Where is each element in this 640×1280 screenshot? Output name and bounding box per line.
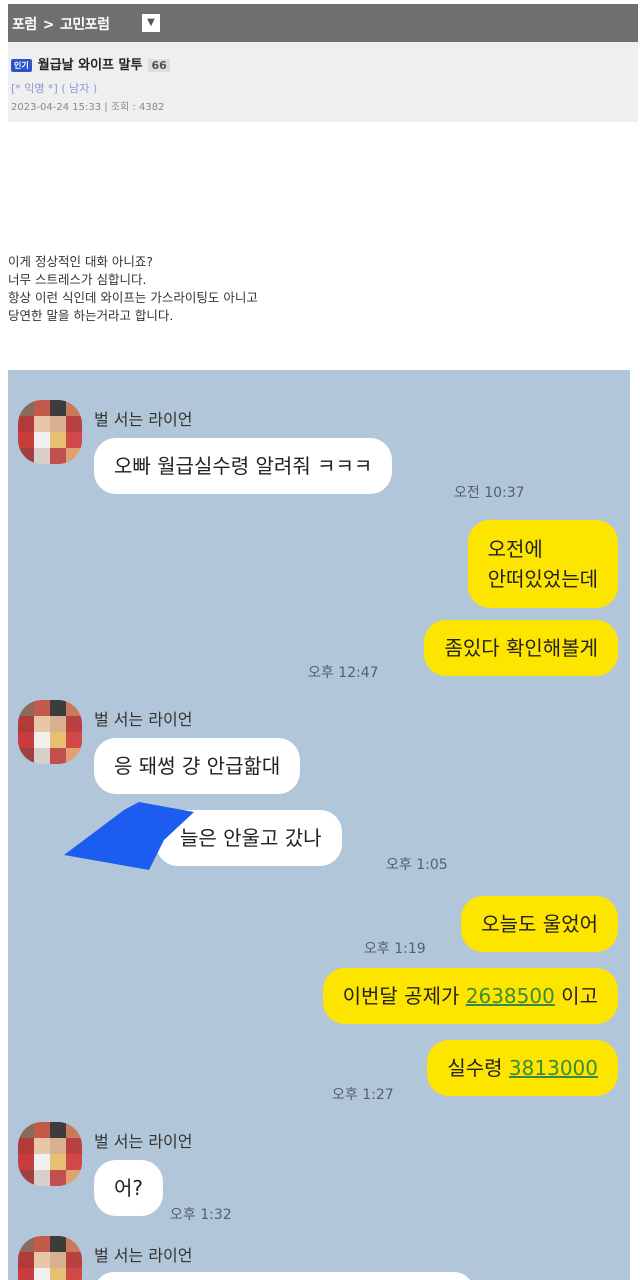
message-bubble-cropped: [94, 1272, 474, 1280]
breadcrumb-worry-forum[interactable]: 고민포럼: [60, 17, 110, 33]
message-time: 오후 1:32: [170, 1207, 232, 1223]
phone-number-link[interactable]: 2638500: [466, 984, 555, 1008]
popular-badge: 인기: [11, 59, 32, 72]
post-body: 이게 정상적인 대화 아니죠? 너무 스트레스가 심합니다. 항상 이런 식인데…: [8, 253, 258, 325]
message-time: 오후 1:19: [364, 941, 426, 957]
post-author: [* 익명 *] ( 남자 ): [11, 82, 98, 95]
post-title: 월급날 와이프 말투: [37, 58, 143, 73]
body-line: 항상 이런 식인데 와이프는 가스라이팅도 아니고: [8, 290, 258, 305]
message-time: 오전 10:37: [454, 485, 525, 501]
message-bubble: 실수령 3813000: [427, 1040, 618, 1096]
sender-name: 벌 서는 라이언: [94, 1132, 193, 1151]
avatar: [18, 700, 82, 764]
post-dateline: 2023-04-24 15:33 | 조회 : 4382: [11, 102, 165, 113]
message-bubble: 이번달 공제가 2638500 이고: [322, 968, 618, 1024]
message-text: 이고: [554, 984, 598, 1008]
breadcrumb-forum[interactable]: 포럼: [12, 17, 37, 33]
breadcrumb: 포럼 > 고민포럼: [12, 14, 110, 34]
message-time: 오후 1:05: [386, 857, 448, 873]
breadcrumb-separator: >: [42, 17, 55, 33]
avatar: [18, 1236, 82, 1280]
message-time: 오후 1:27: [332, 1087, 394, 1103]
body-line: 너무 스트레스가 심합니다.: [8, 272, 147, 287]
phone-number-link[interactable]: 3813000: [509, 1056, 598, 1080]
comment-count[interactable]: 66: [148, 59, 170, 72]
sender-name: 벌 서는 라이언: [94, 410, 193, 429]
message-bubble: 오전에 안떠있었는데: [467, 520, 618, 608]
post-title-row: 인기 월급날 와이프 말투 66: [11, 54, 170, 73]
dropdown-arrow-icon[interactable]: ▼: [142, 14, 160, 32]
sender-name: 벌 서는 라이언: [94, 1246, 193, 1265]
message-bubble: 오빠 월급실수령 알려줘 ㅋㅋㅋ: [94, 438, 393, 494]
message-text: 실수령: [447, 1056, 509, 1080]
message-time: 오후 12:47: [308, 665, 379, 681]
post-header: 인기 월급날 와이프 말투 66 [* 익명 *] ( 남자 ) 2023-04-2…: [8, 42, 638, 122]
message-bubble: 응 돼썽 걍 안급핢대: [94, 738, 301, 794]
message-bubble: 오늘도 울었어: [461, 896, 618, 952]
body-line: 당연한 말을 하는거라고 합니다.: [8, 308, 174, 323]
message-text: 이번달 공제가: [342, 984, 466, 1008]
message-bubble: 좀있다 확인해볼게: [424, 620, 618, 676]
sender-name: 벌 서는 라이언: [94, 710, 193, 729]
avatar: [18, 1122, 82, 1186]
body-line: 이게 정상적인 대화 아니죠?: [8, 254, 154, 269]
avatar: [18, 400, 82, 464]
forum-top-bar: 포럼 > 고민포럼 ▼: [8, 4, 638, 42]
redaction-scribble: [64, 802, 194, 870]
message-bubble: 어?: [94, 1160, 164, 1216]
